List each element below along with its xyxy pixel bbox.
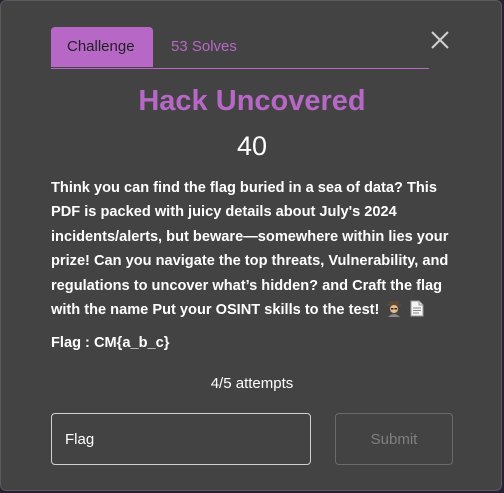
challenge-points: 40 — [236, 131, 268, 161]
close-button[interactable] — [427, 27, 453, 53]
challenge-description: Think you can find the flag buried in a … — [51, 176, 461, 322]
attempts-counter: 4/5 attempts — [210, 375, 294, 392]
document-icon — [410, 300, 426, 317]
flag-input[interactable] — [51, 413, 311, 465]
tab-challenge[interactable]: Challenge — [51, 27, 153, 67]
description-text: Think you can find the flag buried in a … — [51, 180, 449, 319]
close-icon — [431, 31, 449, 49]
challenge-title: Hack Uncovered — [138, 85, 366, 117]
flag-format: Flag : CM{a_b_c} — [51, 335, 170, 351]
challenge-modal: Challenge 53 Solves Hack Uncovered 40 Th… — [0, 0, 502, 491]
tab-solves[interactable]: 53 Solves — [155, 27, 253, 67]
challenge-tabs: Challenge 53 Solves — [51, 27, 429, 69]
detective-icon — [386, 300, 402, 318]
submit-button[interactable]: Submit — [335, 413, 453, 465]
